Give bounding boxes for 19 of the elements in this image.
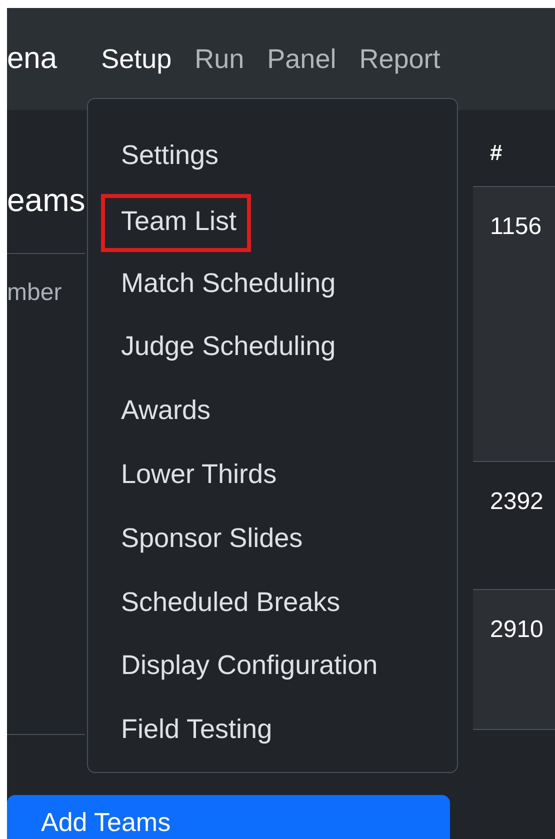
menu-item[interactable]: Scheduled Breaks	[101, 580, 457, 644]
menu-item[interactable]: Settings	[101, 134, 457, 198]
menu-item[interactable]: Judge Scheduling	[101, 325, 457, 390]
menu-item[interactable]: Match Scheduling	[101, 262, 457, 326]
nav-link[interactable]: Panel	[267, 44, 336, 74]
menu-item[interactable]: Sponsor Slides	[101, 516, 457, 581]
hint-text: mber	[7, 279, 62, 306]
menu-item[interactable]: Field Testing	[101, 708, 457, 772]
brand-name[interactable]: ena	[7, 42, 58, 76]
menu-item[interactable]: Awards	[101, 389, 457, 454]
table-row: 2910	[473, 590, 555, 730]
menu-item[interactable]: Display Configuration	[101, 644, 457, 708]
nav-link[interactable]: Report	[359, 44, 440, 74]
table-row: 1156	[473, 187, 555, 462]
menu-item[interactable]: Lower Thirds	[101, 453, 457, 517]
panel-title: eams	[7, 110, 85, 254]
add-teams-button[interactable]: Add Teams	[7, 795, 450, 839]
nav-link[interactable]: Run	[194, 44, 244, 74]
nav-link[interactable]: Setup	[101, 44, 172, 74]
